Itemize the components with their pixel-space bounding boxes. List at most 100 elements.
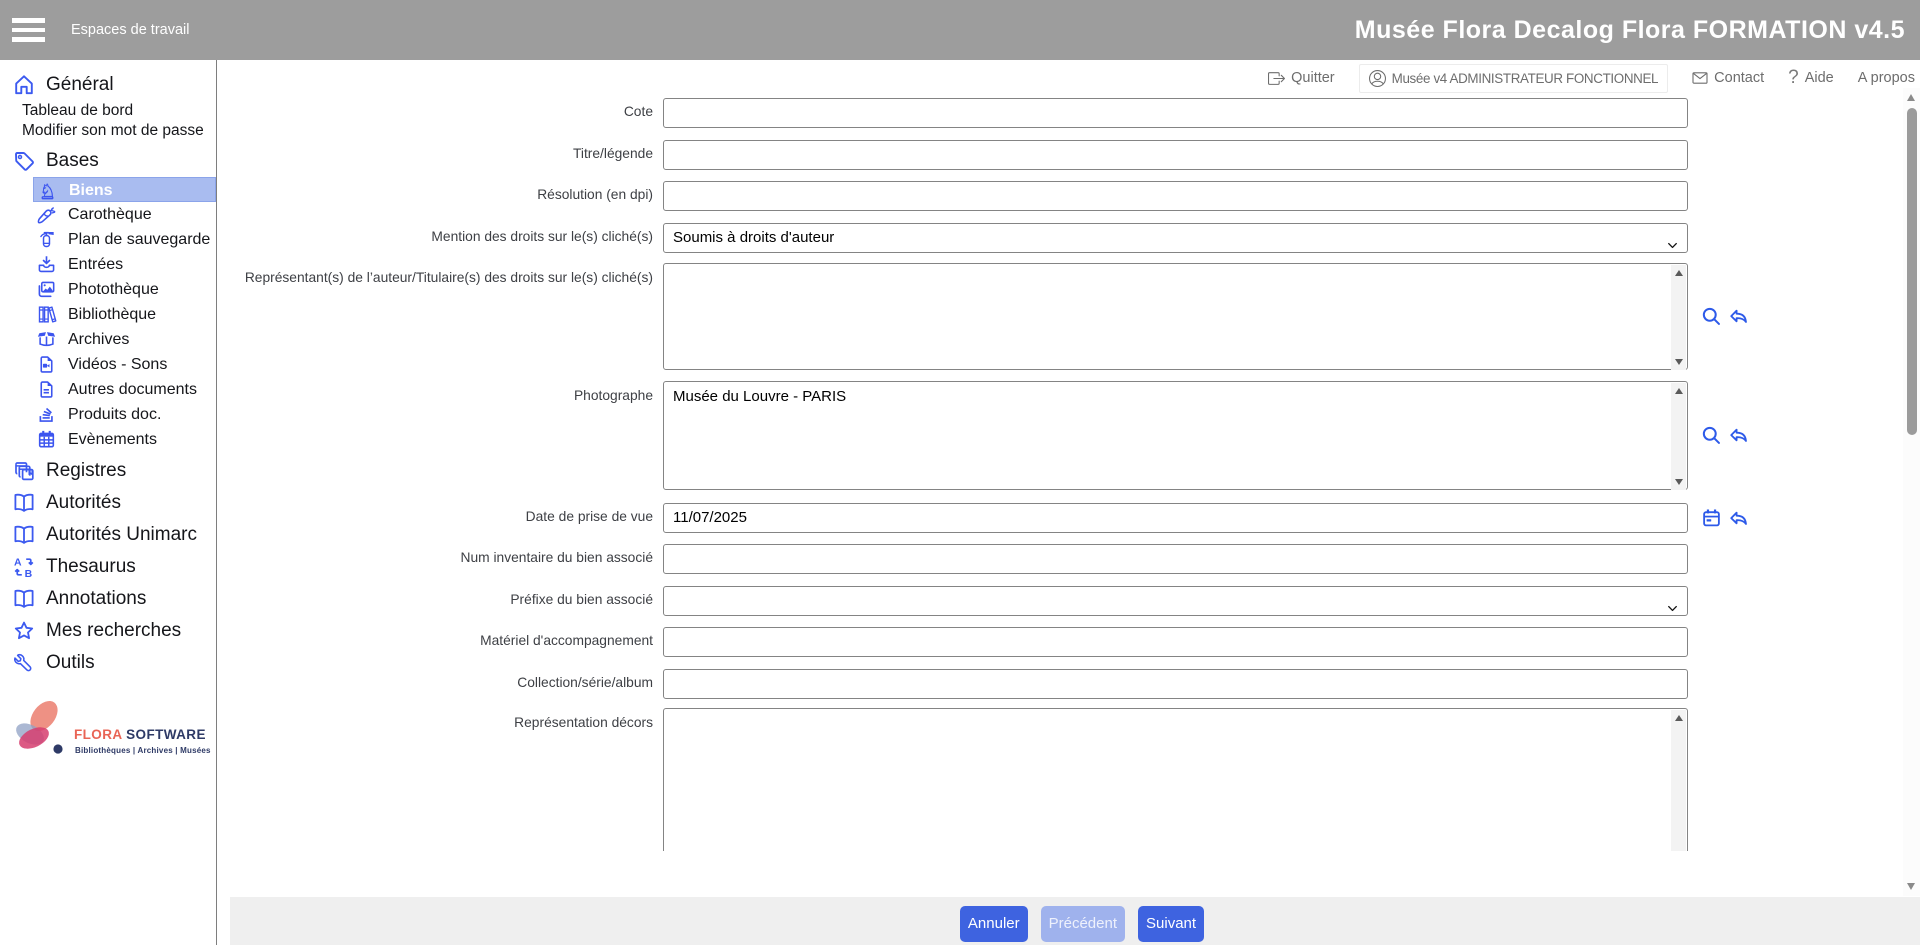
sidebar-section-general[interactable]: Général <box>0 72 216 98</box>
scroll-up-arrow-icon[interactable] <box>1907 94 1915 101</box>
field-action-icons <box>1700 424 1750 447</box>
file-text-icon <box>36 379 57 400</box>
select-value: Soumis à droits d'auteur <box>673 229 834 246</box>
footer-action-bar: Annuler Précédent Suivant <box>230 897 1920 945</box>
stack-icon <box>36 404 57 425</box>
sidebar-section-thesaurus[interactable]: Thesaurus <box>0 554 216 580</box>
book-open-icon <box>12 587 36 611</box>
input-collection-s-rie-album[interactable] <box>663 669 1688 699</box>
textarea-repr-sentation-d-cors[interactable] <box>663 708 1688 851</box>
sidebar-section-mes-recherches[interactable]: Mes recherches <box>0 618 216 644</box>
sidebar-item-autres-documents[interactable]: Autres documents <box>33 377 216 402</box>
textarea-scrollbar[interactable] <box>1671 710 1686 851</box>
top-bar: Espaces de travail Musée Flora Decalog F… <box>0 0 1920 60</box>
scroll-up-arrow-icon[interactable] <box>1675 270 1683 276</box>
sidebar-section-registres[interactable]: Registres <box>0 458 216 484</box>
sidebar-section-outils[interactable]: Outils <box>0 650 216 676</box>
sidebar-item-caroth-que[interactable]: Carothèque <box>33 202 216 227</box>
field-action-icons <box>1700 305 1750 328</box>
suivant-button[interactable]: Suivant <box>1138 906 1204 942</box>
input-r-solution-en-dpi[interactable] <box>663 181 1688 211</box>
sidebar-item-entr-es[interactable]: Entrées <box>33 252 216 277</box>
field-label-repr-sentation-d-cors: Représentation décors <box>230 715 653 730</box>
tag-icon <box>12 149 36 173</box>
house-icon <box>12 73 36 97</box>
search-icon[interactable] <box>1700 424 1723 447</box>
sidebar: Général Tableau de bordModifier son mot d… <box>0 60 217 945</box>
star-icon <box>12 619 36 643</box>
book-open-icon <box>12 491 36 515</box>
brand-software: SOFTWARE <box>126 727 206 742</box>
input-mat-riel-d-accompagnement[interactable] <box>663 627 1688 657</box>
sidebar-item-biblioth-que[interactable]: Bibliothèque <box>33 302 216 327</box>
extinguisher-icon <box>36 229 57 250</box>
page-title: Musée Flora Decalog Flora FORMATION v4.5 <box>1355 0 1905 60</box>
flora-flower-icon <box>8 696 70 760</box>
scroll-up-arrow-icon[interactable] <box>1675 715 1683 721</box>
file-video-icon <box>36 354 57 375</box>
brand-name: FLORA SOFTWARE <box>74 727 206 742</box>
search-icon[interactable] <box>1700 305 1723 328</box>
input-value: 11/07/2025 <box>673 509 747 526</box>
scroll-down-arrow-icon[interactable] <box>1675 479 1683 485</box>
sidebar-item-modifier-mot-de-passe[interactable]: Modifier son mot de passe <box>22 121 204 141</box>
input-titre-l-gende[interactable] <box>663 140 1688 170</box>
sidebar-section-autorit-s-unimarc[interactable]: Autorités Unimarc <box>0 522 216 548</box>
images-icon <box>36 279 57 300</box>
scroll-down-arrow-icon[interactable] <box>1907 883 1915 890</box>
input-num-inventaire-du-bien-associ[interactable] <box>663 544 1688 574</box>
brand-flora: FLORA <box>74 727 122 742</box>
field-label-mat-riel-d-accompagnement: Matériel d'accompagnement <box>230 633 653 648</box>
wrench-icon <box>12 651 36 675</box>
textarea-repr-sentant-s-de-l-auteur-titulaire-s-des-droits-sur-le-s-clich-s[interactable] <box>663 263 1688 370</box>
field-label-titre-l-gende: Titre/légende <box>230 146 653 161</box>
scroll-down-arrow-icon[interactable] <box>1675 359 1683 365</box>
field-label-photographe: Photographe <box>230 388 653 403</box>
sidebar-item-plan-de-sauvegarde[interactable]: Plan de sauvegarde <box>33 227 216 252</box>
sidebar-item-archives[interactable]: Archives <box>33 327 216 352</box>
page-scrollbar[interactable] <box>1903 88 1920 896</box>
sidebar-item-phototh-que[interactable]: Photothèque <box>33 277 216 302</box>
undo-arrow-icon[interactable] <box>1727 424 1750 447</box>
sort-ab-icon <box>12 555 36 579</box>
field-label-mention-des-droits-sur-le-s-clich-s: Mention des droits sur le(s) cliché(s) <box>230 229 653 244</box>
annuler-button[interactable]: Annuler <box>960 906 1028 942</box>
sidebar-section-autorit-s[interactable]: Autorités <box>0 490 216 516</box>
hamburger-menu-icon[interactable] <box>12 18 45 42</box>
pr-c-dent-button[interactable]: Précédent <box>1041 906 1125 942</box>
textarea-scrollbar[interactable] <box>1671 265 1686 370</box>
workspace-label[interactable]: Espaces de travail <box>71 0 189 60</box>
sidebar-item-produits-doc-[interactable]: Produits doc. <box>33 402 216 427</box>
sidebar-section-bases[interactable]: Bases <box>0 148 216 174</box>
flora-software-logo: FLORA SOFTWARE Bibliothèques | Archives … <box>8 696 208 760</box>
field-label-num-inventaire-du-bien-associ: Num inventaire du bien associé <box>230 550 653 565</box>
calendar-icon[interactable] <box>1700 507 1723 530</box>
knight-icon <box>37 180 58 201</box>
textarea-value: Musée du Louvre - PARIS <box>673 388 846 405</box>
sidebar-section-annotations[interactable]: Annotations <box>0 586 216 612</box>
chevron-down-icon <box>1667 233 1678 244</box>
input-cote[interactable] <box>663 98 1688 128</box>
input-date-de-prise-de-vue[interactable]: 11/07/2025 <box>663 503 1688 533</box>
sidebar-item-biens[interactable]: Biens <box>33 177 216 202</box>
box-open-icon <box>36 329 57 350</box>
select-pr-fixe-du-bien-associ[interactable] <box>663 586 1688 616</box>
sidebar-item-vid-os-sons[interactable]: Vidéos - Sons <box>33 352 216 377</box>
textarea-scrollbar[interactable] <box>1671 383 1686 490</box>
copies-icon <box>12 459 36 483</box>
calendar-grid-icon <box>36 429 57 450</box>
sidebar-item-tableau-de-bord[interactable]: Tableau de bord <box>22 101 133 121</box>
field-label-r-solution-en-dpi: Résolution (en dpi) <box>230 187 653 202</box>
textarea-photographe[interactable]: Musée du Louvre - PARIS <box>663 381 1688 490</box>
scrollbar-thumb[interactable] <box>1907 108 1917 435</box>
books-icon <box>36 304 57 325</box>
carrot-icon <box>36 204 57 225</box>
undo-arrow-icon[interactable] <box>1727 507 1750 530</box>
undo-arrow-icon[interactable] <box>1727 305 1750 328</box>
book-open-icon <box>12 523 36 547</box>
scroll-up-arrow-icon[interactable] <box>1675 388 1683 394</box>
chevron-down-icon <box>1667 596 1678 607</box>
field-label-pr-fixe-du-bien-associ: Préfixe du bien associé <box>230 592 653 607</box>
select-mention-des-droits-sur-le-s-clich-s[interactable]: Soumis à droits d'auteur <box>663 223 1688 253</box>
sidebar-item-ev-nements[interactable]: Evènements <box>33 427 216 452</box>
